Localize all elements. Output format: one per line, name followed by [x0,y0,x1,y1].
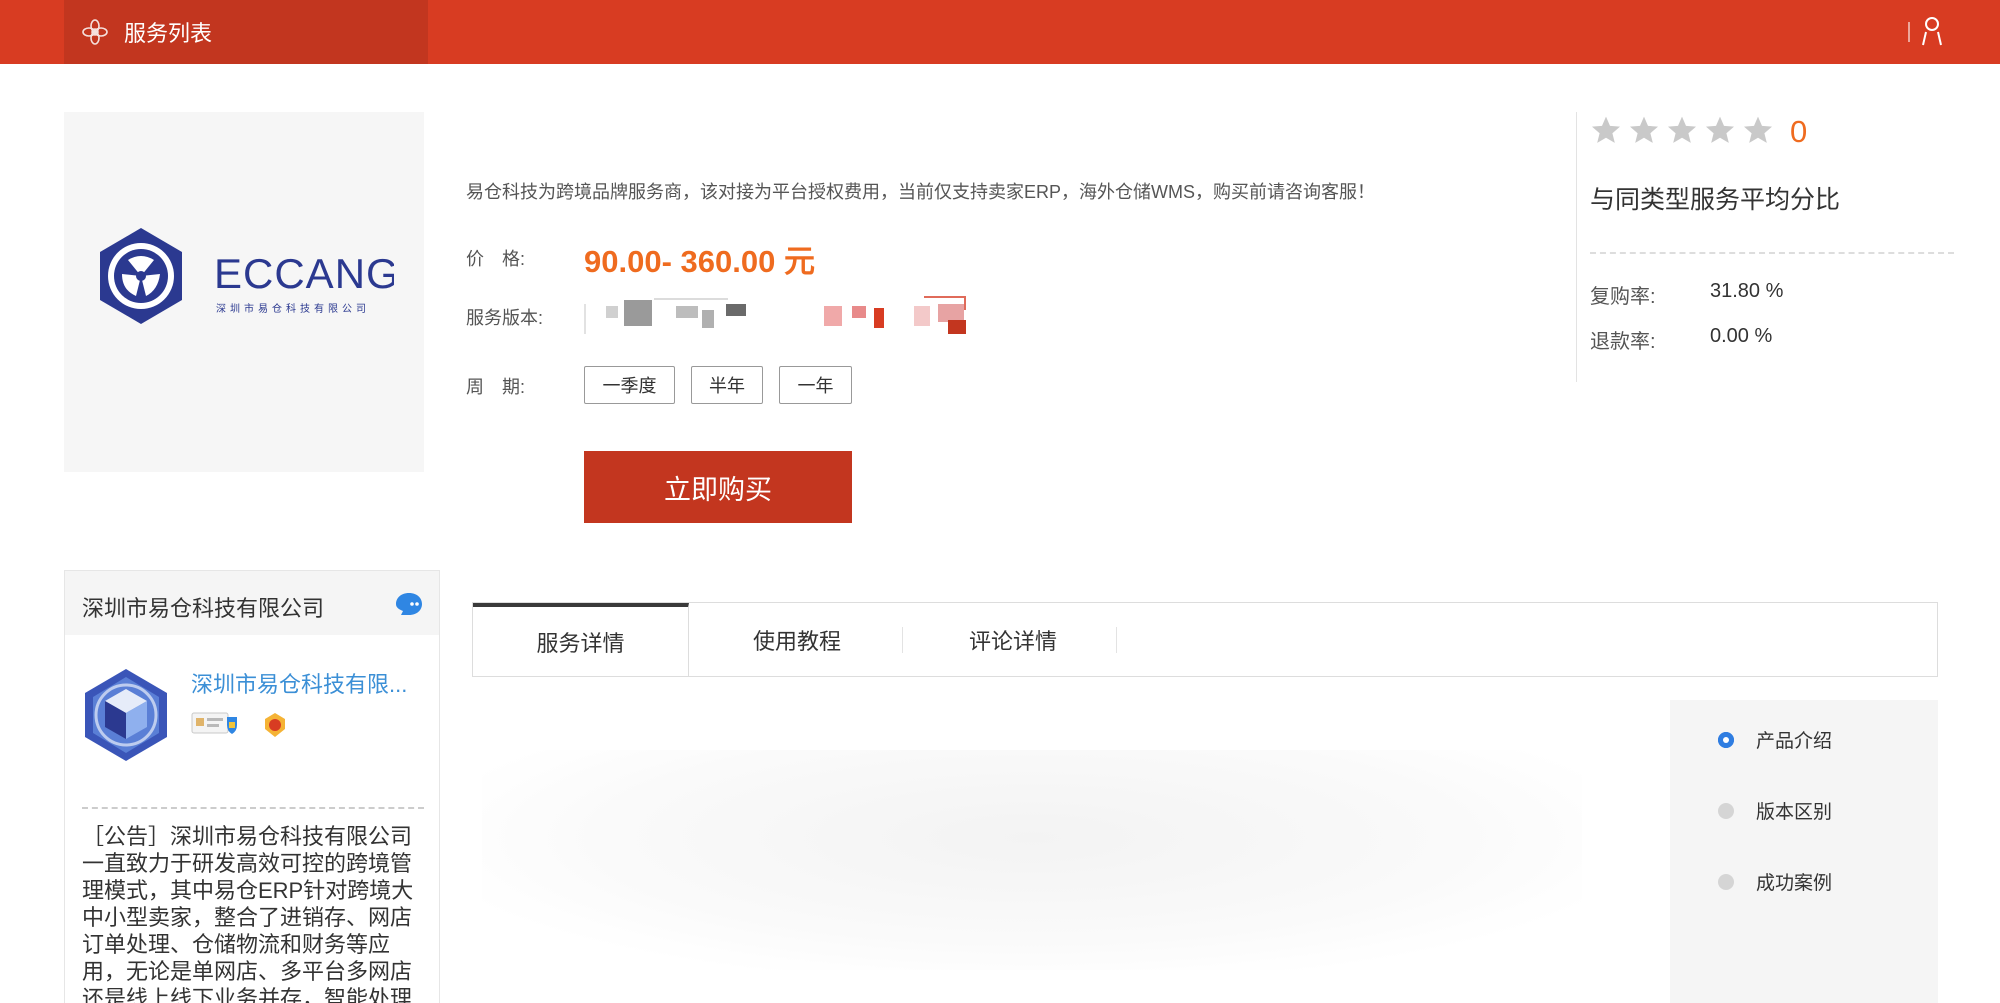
buy-now-button[interactable]: 立即购买 [584,451,852,523]
company-header-name: 深圳市易仓科技有限公司 [82,596,325,621]
period-quarter-button[interactable]: 一季度 [584,366,675,404]
star-icon [1668,116,1696,143]
product-logo: ECCANG 深圳市易仓科技有限公司 [64,112,424,472]
medal-icon [265,713,285,737]
rating-caption: 与同类型服务平均分比 [1590,186,1841,214]
content-image-obscured [482,750,1582,970]
period-label: 周 期: [466,377,526,397]
company-notice: ［公告］深圳市易仓科技有限公司一直致力于研发高效可控的跨境管理模式，其中易仓ER… [82,824,414,1003]
settings-flower-icon [82,19,108,45]
star-icon [1706,116,1734,143]
repurchase-rate-value: 31.80 % [1710,280,1784,302]
tab-service-list-label: 服务列表 [124,21,213,46]
product-description: 易仓科技为跨境品牌服务商，该对接为平台授权费用，当前仅支持卖家ERP，海外仓储W… [466,182,1375,202]
side-nav: 产品介绍 版本区别 成功案例 [1670,700,1938,1003]
tab-service-details[interactable]: 服务详情 [473,603,689,676]
star-icon [1630,116,1658,143]
company-card: 深圳市易仓科技有限公司 深圳市易仓科技有限... ［公告］深圳市易仓科技有限公司… [64,570,440,1003]
dot-icon [1718,873,1734,890]
logo-subtitle-text: 深圳市易仓科技有限公司 [216,302,370,315]
rating-dashed-divider [1590,252,1954,254]
user-icon[interactable] [1918,14,1946,48]
period-one-year-button[interactable]: 一年 [779,366,852,404]
refund-rate-label: 退款率: [1590,331,1656,353]
version-options-obscured[interactable] [584,294,984,338]
company-link[interactable]: 深圳市易仓科技有限... [191,667,407,699]
side-nav-version-diff[interactable]: 版本区别 [1718,797,1832,824]
star-icon [1592,116,1620,143]
company-card-header: 深圳市易仓科技有限公司 [65,571,439,635]
business-license-icon [191,712,237,734]
tab-service-details-label: 服务详情 [536,630,625,656]
dot-icon [1718,802,1734,819]
tab-separator [902,627,903,653]
company-card-divider [82,807,424,809]
tab-reviews-label: 评论详情 [968,628,1057,654]
company-avatar [85,669,167,761]
star-icon [1744,116,1772,143]
eccang-logo: ECCANG 深圳市易仓科技有限公司 [100,228,394,324]
tab-separator [1116,627,1117,653]
repurchase-rate-label: 复购率: [1590,286,1656,308]
version-label: 服务版本: [466,308,544,328]
active-dot-icon [1718,731,1734,748]
price-label: 价 格: [466,249,526,269]
price-value: 90.00- 360.00 元 [584,244,815,279]
tab-tutorial[interactable]: 使用教程 [689,603,905,676]
side-nav-product-intro[interactable]: 产品介绍 [1718,726,1832,753]
service-detail-content [472,700,1652,1003]
side-nav-success-cases[interactable]: 成功案例 [1718,868,1832,895]
rating-score: 0 [1790,114,1808,149]
rating-stars [1590,114,1780,146]
rating-divider [1576,112,1577,382]
refund-rate-value: 0.00 % [1710,325,1773,347]
side-nav-label: 成功案例 [1756,873,1833,894]
side-nav-label: 版本区别 [1756,802,1833,823]
tab-reviews[interactable]: 评论详情 [905,603,1121,676]
header-divider [1908,22,1910,42]
period-half-year-button[interactable]: 半年 [691,366,763,404]
chat-icon[interactable] [395,591,423,617]
tab-service-list[interactable]: 服务列表 [64,0,428,64]
tab-tutorial-label: 使用教程 [752,628,841,654]
top-bar: 服务列表 [0,0,2000,64]
side-nav-label: 产品介绍 [1756,731,1833,752]
logo-brand-text: ECCANG [214,250,394,297]
detail-tabs: 服务详情 使用教程 评论详情 [472,602,1938,677]
